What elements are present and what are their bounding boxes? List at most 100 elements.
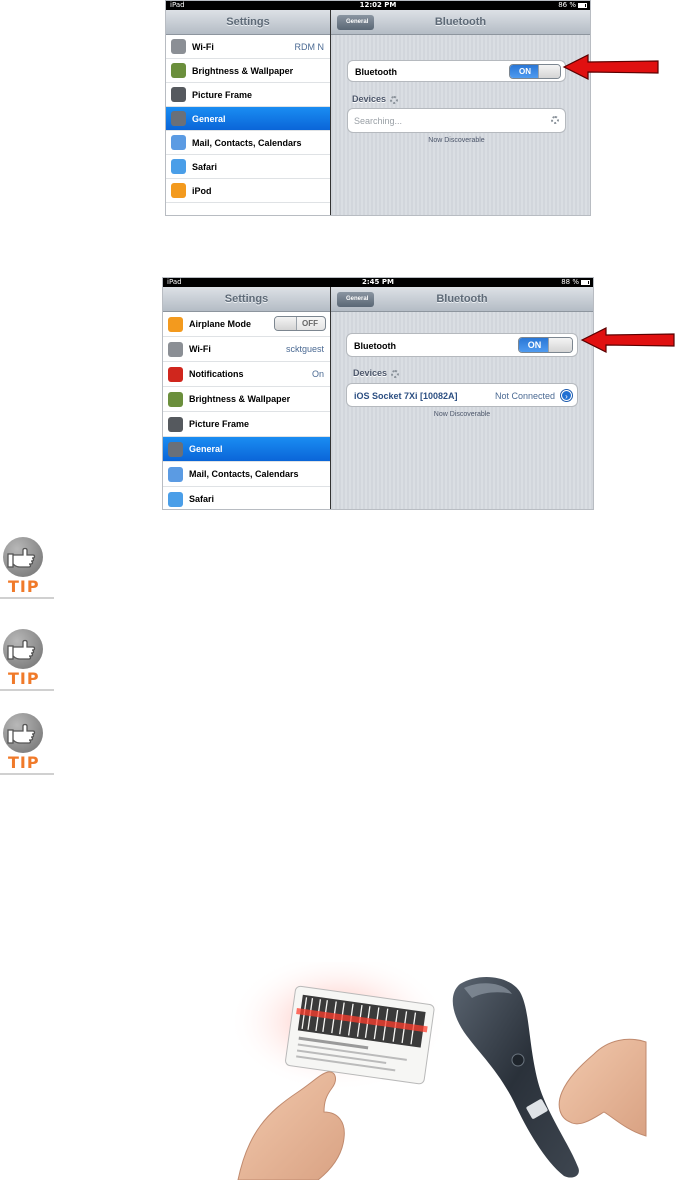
left-hand — [237, 1071, 345, 1180]
airplane-icon — [168, 317, 183, 332]
compass-icon — [171, 159, 186, 174]
tip-badge-2: TIP — [0, 629, 54, 691]
tip-underline — [0, 773, 54, 775]
settings-row-value: scktguest — [285, 344, 324, 354]
devices-label: Devices — [353, 368, 388, 378]
bluetooth-toggle-group: Bluetooth ON — [346, 333, 578, 357]
settings-row-label: Mail, Contacts, Calendars — [192, 138, 302, 148]
toggle-on-label: ON — [519, 338, 550, 352]
scanner-photo — [228, 962, 648, 1180]
right-hand — [558, 1038, 647, 1137]
settings-row-general[interactable]: General — [166, 107, 330, 131]
bluetooth-toggle[interactable]: ON — [509, 64, 561, 79]
tip-label: TIP — [8, 753, 40, 772]
red-arrow-pointer-2 — [580, 327, 675, 353]
airplane-mode-toggle[interactable]: OFF — [274, 316, 326, 331]
detail-title: Bluetooth — [434, 16, 487, 28]
settings-row-safari[interactable]: Safari — [166, 155, 330, 179]
toggle-off-label: OFF — [302, 319, 318, 328]
scanner-scanning-card-illustration — [228, 962, 647, 1180]
settings-row-mail-contacts-calendars[interactable]: Mail, Contacts, Calendars — [163, 462, 330, 487]
devices-header: Devices — [352, 94, 399, 104]
flower-icon — [171, 63, 186, 78]
pointing-hand-icon — [3, 713, 43, 753]
settings-row-airplane-mode[interactable]: Airplane Mode OFF — [163, 312, 330, 337]
pointing-hand-icon — [3, 537, 43, 577]
status-time: 12:02 PM — [359, 1, 397, 9]
disclosure-chevron-icon[interactable]: › — [561, 390, 572, 401]
wifi-icon — [171, 39, 186, 54]
flower-icon — [168, 392, 183, 407]
settings-row-label: Mail, Contacts, Calendars — [189, 469, 299, 479]
device-status: Not Connected — [494, 391, 555, 401]
settings-row-brightness-wallpaper[interactable]: Brightness & Wallpaper — [166, 59, 330, 83]
envelope-icon — [171, 135, 186, 150]
red-arrow-pointer-1 — [562, 54, 659, 80]
settings-row-label: Safari — [192, 162, 218, 172]
searching-text: Searching... — [354, 116, 403, 126]
devices-label: Devices — [352, 94, 387, 104]
tip-underline — [0, 597, 54, 599]
wifi-icon — [168, 342, 183, 357]
bluetooth-label: Bluetooth — [354, 341, 396, 351]
status-bar: iPad 12:02 PM 86 % — [166, 1, 590, 10]
settings-row-label: Wi-Fi — [192, 42, 214, 52]
battery-icon — [578, 3, 587, 8]
settings-list: Wi-Fi RDM N Brightness & Wallpaper Picture … — [166, 35, 330, 215]
devices-header: Devices — [353, 368, 400, 378]
battery-percent: 86 % — [558, 1, 576, 9]
sidebar-navbar: Settings — [166, 10, 330, 35]
back-button-general[interactable]: General — [337, 15, 375, 30]
settings-row-label: Airplane Mode — [189, 319, 252, 329]
toggle-knob — [275, 317, 297, 330]
device-row[interactable]: iOS Socket 7Xi [10082A] Not Connected › — [346, 383, 578, 407]
back-button-general[interactable]: General — [337, 292, 375, 307]
searching-spinner-icon — [551, 116, 559, 124]
ipad-screenshot-2: iPad 2:45 PM 88 % Settings Airplane Mode… — [162, 277, 594, 510]
settings-row-value: RDM N — [294, 42, 325, 52]
bluetooth-toggle[interactable]: ON — [518, 337, 573, 353]
sidebar-title: Settings — [226, 16, 270, 28]
settings-row-label: Notifications — [189, 369, 244, 379]
tip-label: TIP — [8, 577, 40, 596]
settings-sidebar: Settings Wi-Fi RDM N Brightness & Wallpape… — [166, 10, 331, 215]
settings-row-label: Brightness & Wallpaper — [192, 66, 294, 76]
bluetooth-toggle-group: Bluetooth ON — [347, 60, 566, 82]
settings-row-picture-frame[interactable]: Picture Frame — [163, 412, 330, 437]
gear-icon — [168, 442, 183, 457]
status-bar: iPad 2:45 PM 88 % — [163, 278, 593, 287]
bluetooth-detail-pane: General Bluetooth Bluetooth ON Devices i… — [331, 287, 593, 509]
settings-row-general[interactable]: General — [163, 437, 330, 462]
settings-row-label: Brightness & Wallpaper — [189, 394, 291, 404]
settings-row-value: On — [311, 369, 324, 379]
settings-row-ipod[interactable]: iPod — [166, 179, 330, 203]
settings-row-mail-contacts-calendars[interactable]: Mail, Contacts, Calendars — [166, 131, 330, 155]
settings-row-wi-fi[interactable]: Wi-Fi scktguest — [163, 337, 330, 362]
settings-row-label: iPod — [192, 186, 212, 196]
loading-spinner-icon — [390, 95, 399, 104]
settings-list: Airplane Mode OFF Wi-Fi scktguest Notificati… — [163, 312, 330, 509]
bluetooth-detail-pane: General Bluetooth Bluetooth ON Devices S… — [331, 10, 590, 215]
settings-sidebar: Settings Airplane Mode OFF Wi-Fi scktguest N… — [163, 287, 331, 509]
discoverable-note: Now Discoverable — [433, 411, 491, 418]
pointing-hand-icon — [3, 629, 43, 669]
battery-icon — [581, 280, 590, 285]
notifications-icon — [168, 367, 183, 382]
settings-row-notifications[interactable]: Notifications On — [163, 362, 330, 387]
settings-row-label: General — [192, 114, 226, 124]
detail-navbar: General Bluetooth — [331, 287, 593, 312]
gear-icon — [171, 111, 186, 126]
picture-frame-icon — [171, 87, 186, 102]
status-time: 2:45 PM — [362, 278, 394, 286]
devices-group: Searching... — [347, 108, 566, 133]
settings-row-label: Picture Frame — [192, 90, 253, 100]
settings-row-label: Wi-Fi — [189, 344, 211, 354]
settings-row-brightness-wallpaper[interactable]: Brightness & Wallpaper — [163, 387, 330, 412]
settings-row-label: Picture Frame — [189, 419, 250, 429]
compass-icon — [168, 492, 183, 507]
discoverable-note: Now Discoverable — [428, 137, 485, 144]
settings-row-wi-fi[interactable]: Wi-Fi RDM N — [166, 35, 330, 59]
settings-row-safari[interactable]: Safari — [163, 487, 330, 509]
ipod-icon — [171, 183, 186, 198]
settings-row-picture-frame[interactable]: Picture Frame — [166, 83, 330, 107]
